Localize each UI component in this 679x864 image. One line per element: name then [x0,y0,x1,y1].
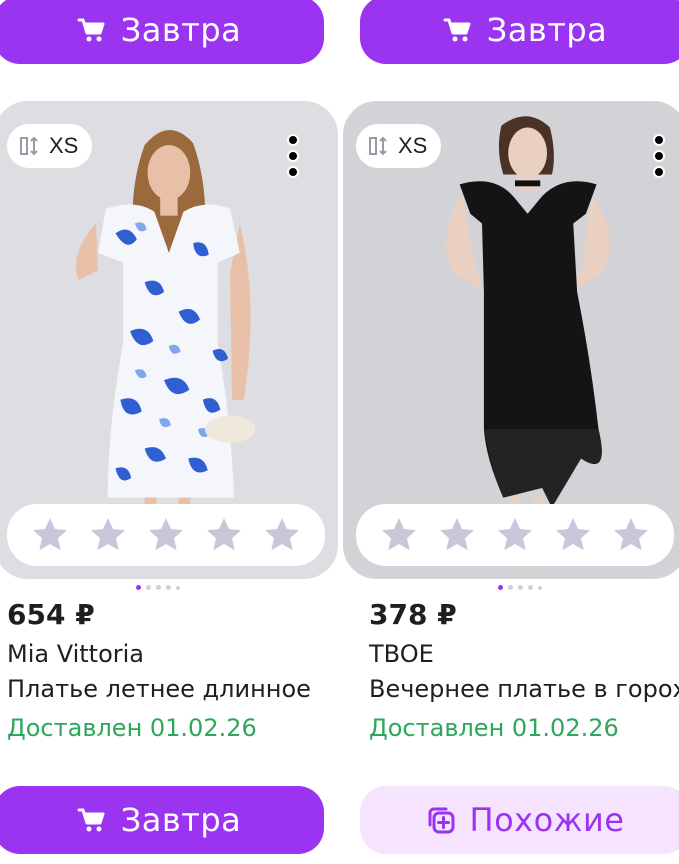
rating-stars[interactable] [7,504,325,566]
size-label: XS [49,133,79,158]
cart-icon [77,805,107,835]
more-options-icon[interactable] [285,134,301,178]
star-icon[interactable] [379,515,419,555]
star-icon[interactable] [495,515,535,555]
star-icon[interactable] [437,515,477,555]
similar-icon [426,805,456,835]
product-card[interactable]: XS [0,101,338,579]
image-pager-dots [498,585,542,590]
button-label: Завтра [120,11,242,49]
star-icon[interactable] [611,515,651,555]
product-card[interactable]: XS [343,101,679,579]
size-badge[interactable]: XS [356,124,442,168]
delivery-status: Доставлен 01.02.26 [369,714,619,742]
tomorrow-delivery-button[interactable]: Завтра [360,0,679,64]
more-options-icon[interactable] [651,134,667,178]
size-badge[interactable]: XS [7,124,93,168]
star-icon[interactable] [262,515,302,555]
cart-icon [77,15,107,45]
size-icon [368,135,390,157]
star-icon[interactable] [88,515,128,555]
similar-items-button[interactable]: Похожие [360,786,679,854]
rating-stars[interactable] [356,504,674,566]
image-pager-dots [136,585,180,590]
star-icon[interactable] [553,515,593,555]
product-title[interactable]: Вечернее платье в горох [369,675,679,703]
delivery-status: Доставлен 01.02.26 [7,714,257,742]
cart-icon [443,15,473,45]
button-label: Похожие [469,801,625,839]
product-price: 654 ₽ [7,598,95,631]
button-label: Завтра [486,11,608,49]
size-icon [19,135,41,157]
product-brand[interactable]: TBOE [369,640,434,668]
button-label: Завтра [120,801,242,839]
star-icon[interactable] [146,515,186,555]
product-price: 378 ₽ [369,598,457,631]
product-title[interactable]: Платье летнее длинное [7,675,347,703]
tomorrow-delivery-button[interactable]: Завтра [0,786,324,854]
star-icon[interactable] [30,515,70,555]
product-brand[interactable]: Mia Vittoria [7,640,144,668]
tomorrow-delivery-button[interactable]: Завтра [0,0,324,64]
size-label: XS [398,133,428,158]
star-icon[interactable] [204,515,244,555]
